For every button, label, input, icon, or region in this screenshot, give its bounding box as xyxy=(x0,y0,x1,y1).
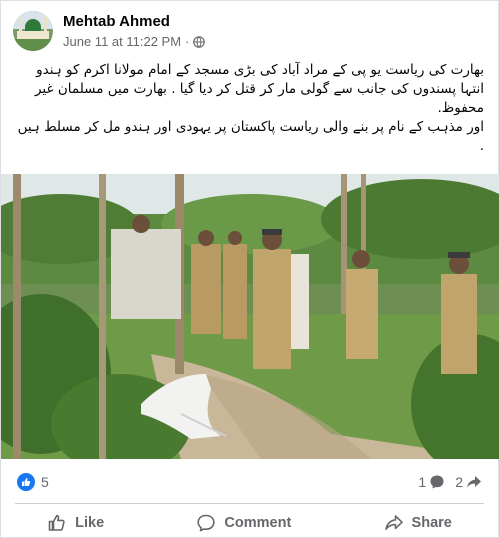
comment-icon xyxy=(197,514,216,532)
share-icon xyxy=(384,515,403,530)
post-text-line: اور مذہب کے نام پر بنے والی ریاست پاکستا… xyxy=(17,119,484,154)
comment-button[interactable]: Comment xyxy=(182,509,305,537)
author-name[interactable]: Mehtab Ahmed xyxy=(63,13,205,31)
reaction-count: 5 xyxy=(41,474,49,490)
post-text: بھارت کی ریاست یو پی کے مراد آباد کی بڑی… xyxy=(15,61,484,156)
comment-count[interactable]: 1 xyxy=(418,474,445,490)
engagement-counts: 1 2 xyxy=(418,474,482,490)
like-button[interactable]: Like xyxy=(33,509,118,537)
share-label: Share xyxy=(411,515,452,531)
post-header: Mehtab Ahmed June 11 at 11:22 PM · xyxy=(13,9,206,53)
post-video-thumbnail[interactable] xyxy=(1,174,499,459)
share-arrow-icon xyxy=(467,476,481,488)
share-button[interactable]: Share xyxy=(370,509,466,537)
post-stats: 5 1 2 xyxy=(17,471,482,493)
thumbs-up-icon xyxy=(48,514,65,531)
comment-label: Comment xyxy=(224,515,292,531)
like-icon xyxy=(17,473,35,491)
divider xyxy=(15,503,484,504)
reactions-summary[interactable]: 5 xyxy=(17,473,49,491)
post-subline: June 11 at 11:22 PM · xyxy=(63,33,206,50)
globe-icon xyxy=(193,35,206,48)
post-meta: Mehtab Ahmed June 11 at 11:22 PM · xyxy=(63,13,206,50)
post-text-line: بھارت کی ریاست یو پی کے مراد آباد کی بڑی… xyxy=(34,62,484,116)
post-timestamp[interactable]: June 11 at 11:22 PM xyxy=(63,33,181,50)
avatar[interactable] xyxy=(13,11,53,51)
post-action-bar: Like Comment Share xyxy=(1,507,498,538)
post-card: Mehtab Ahmed June 11 at 11:22 PM · بھارت… xyxy=(0,0,499,538)
comment-count-value: 1 xyxy=(418,474,427,490)
share-count-value: 2 xyxy=(455,474,463,490)
like-label: Like xyxy=(75,515,105,531)
comment-bubble-icon xyxy=(430,475,444,489)
separator-dot: · xyxy=(185,33,190,49)
share-count[interactable]: 2 xyxy=(455,474,482,490)
